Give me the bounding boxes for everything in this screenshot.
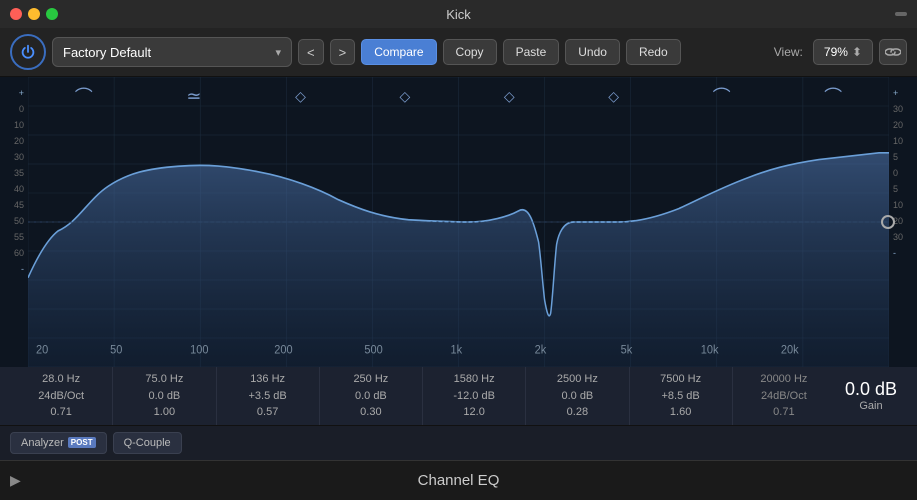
band-handle-1[interactable]: ⌒: [75, 83, 93, 109]
band-3-freq: 136 Hz: [250, 371, 285, 388]
svg-text:500: 500: [364, 343, 383, 357]
window-controls: [10, 8, 58, 20]
band-parameters: 28.0 Hz 24dB/Oct 0.71 75.0 Hz 0.0 dB 1.0…: [0, 367, 917, 425]
svg-text:20k: 20k: [781, 343, 799, 357]
band-6-gain: 0.0 dB: [561, 388, 593, 405]
gain-label: Gain: [859, 400, 882, 412]
view-percent-value: 79%: [824, 45, 848, 59]
paste-button[interactable]: Paste: [503, 39, 560, 65]
band-3-gain: +3.5 dB: [249, 388, 287, 405]
band-3-q: 0.57: [257, 404, 278, 421]
preset-dropdown[interactable]: Factory Default ▾: [52, 37, 292, 67]
minimize-bar[interactable]: [895, 12, 907, 16]
svg-text:5k: 5k: [621, 343, 633, 357]
band-handle-6[interactable]: ◇: [608, 88, 619, 105]
band-2-q: 1.00: [154, 404, 175, 421]
eq-main[interactable]: ⌒ ≃ ◇ ◇ ◇ ◇ ⌒ ⌒: [28, 77, 889, 367]
band-7-gain: +8.5 dB: [662, 388, 700, 405]
redo-button[interactable]: Redo: [626, 39, 681, 65]
svg-text:50: 50: [110, 343, 123, 357]
gain-value: 0.0 dB: [845, 379, 897, 400]
band-5-gain: -12.0 dB: [453, 388, 495, 405]
band-handles[interactable]: ⌒ ≃ ◇ ◇ ◇ ◇ ⌒ ⌒: [28, 83, 889, 109]
band-6-freq: 2500 Hz: [557, 371, 598, 388]
band-1-gain: 24dB/Oct: [38, 388, 84, 405]
compare-button[interactable]: Compare: [361, 39, 436, 65]
band-5-freq: 1580 Hz: [454, 371, 495, 388]
dropdown-arrow-icon: ▾: [275, 46, 281, 59]
footer: ▶ Channel EQ: [0, 460, 917, 500]
play-button[interactable]: ▶: [10, 472, 21, 489]
band-handle-8[interactable]: ⌒: [824, 83, 842, 109]
minimize-dot[interactable]: [28, 8, 40, 20]
band-7-freq: 7500 Hz: [660, 371, 701, 388]
view-percent-arrows-icon: ⬍: [852, 45, 862, 59]
band-col-4[interactable]: 250 Hz 0.0 dB 0.30: [320, 367, 423, 425]
band-7-q: 1.60: [670, 404, 691, 421]
controls-bar: Factory Default ▾ < > Compare Copy Paste…: [0, 28, 917, 77]
band-col-7[interactable]: 7500 Hz +8.5 dB 1.60: [630, 367, 733, 425]
undo-button[interactable]: Undo: [565, 39, 620, 65]
svg-text:200: 200: [274, 343, 293, 357]
link-button[interactable]: [879, 39, 907, 65]
band-2-gain: 0.0 dB: [148, 388, 180, 405]
svg-text:2k: 2k: [535, 343, 547, 357]
band-handle-7[interactable]: ⌒: [713, 83, 731, 109]
eq-curve[interactable]: 20 50 100 200 500 1k 2k 5k 10k 20k: [28, 77, 889, 367]
band-5-q: 12.0: [463, 404, 484, 421]
band-1-q: 0.71: [50, 404, 71, 421]
band-4-gain: 0.0 dB: [355, 388, 387, 405]
svg-text:20: 20: [36, 343, 49, 357]
band-col-6[interactable]: 2500 Hz 0.0 dB 0.28: [526, 367, 629, 425]
band-6-q: 0.28: [567, 404, 588, 421]
band-col-2[interactable]: 75.0 Hz 0.0 dB 1.00: [113, 367, 216, 425]
band-col-3[interactable]: 136 Hz +3.5 dB 0.57: [217, 367, 320, 425]
title-bar: Kick: [0, 0, 917, 28]
band-4-freq: 250 Hz: [353, 371, 388, 388]
band-col-1[interactable]: 28.0 Hz 24dB/Oct 0.71: [10, 367, 113, 425]
bottom-toolbar: Analyzer POST Q-Couple: [0, 425, 917, 460]
band-4-q: 0.30: [360, 404, 381, 421]
band-params-list: 28.0 Hz 24dB/Oct 0.71 75.0 Hz 0.0 dB 1.0…: [10, 367, 835, 425]
band-handle-5[interactable]: ◇: [504, 88, 515, 105]
view-label: View:: [774, 45, 803, 59]
left-axis: + 0 10 20 30 35 40 45 50 55 60 -: [0, 77, 28, 367]
q-couple-label: Q-Couple: [124, 437, 171, 449]
band-col-5[interactable]: 1580 Hz -12.0 dB 12.0: [423, 367, 526, 425]
svg-text:1k: 1k: [450, 343, 462, 357]
q-couple-button[interactable]: Q-Couple: [113, 432, 182, 454]
post-badge: POST: [68, 437, 96, 448]
band-handle-4[interactable]: ◇: [399, 88, 410, 105]
eq-display[interactable]: + 0 10 20 30 35 40 45 50 55 60 - ⌒ ≃ ◇ ◇…: [0, 77, 917, 367]
band-handle-2[interactable]: ≃: [186, 86, 201, 107]
band-8-freq: 20000 Hz: [760, 371, 807, 388]
close-dot[interactable]: [10, 8, 22, 20]
next-preset-button[interactable]: >: [330, 39, 356, 65]
band-2-freq: 75.0 Hz: [145, 371, 183, 388]
power-button[interactable]: [10, 34, 46, 70]
band-8-gain: 24dB/Oct: [761, 388, 807, 405]
analyzer-button[interactable]: Analyzer POST: [10, 432, 107, 454]
view-percent-control[interactable]: 79% ⬍: [813, 39, 873, 65]
prev-preset-button[interactable]: <: [298, 39, 324, 65]
gain-display: 0.0 dB Gain: [835, 367, 907, 425]
svg-text:100: 100: [190, 343, 209, 357]
band-1-freq: 28.0 Hz: [42, 371, 80, 388]
preset-name: Factory Default: [63, 45, 151, 60]
maximize-dot[interactable]: [46, 8, 58, 20]
plugin-title: Channel EQ: [418, 472, 500, 489]
svg-text:10k: 10k: [701, 343, 719, 357]
window-title: Kick: [446, 7, 471, 22]
analyzer-label: Analyzer: [21, 437, 64, 449]
band-handle-3[interactable]: ◇: [295, 88, 306, 105]
band-8-q: 0.71: [773, 404, 794, 421]
band-col-8[interactable]: 20000 Hz 24dB/Oct 0.71: [733, 367, 835, 425]
copy-button[interactable]: Copy: [443, 39, 497, 65]
output-handle[interactable]: [881, 215, 895, 229]
